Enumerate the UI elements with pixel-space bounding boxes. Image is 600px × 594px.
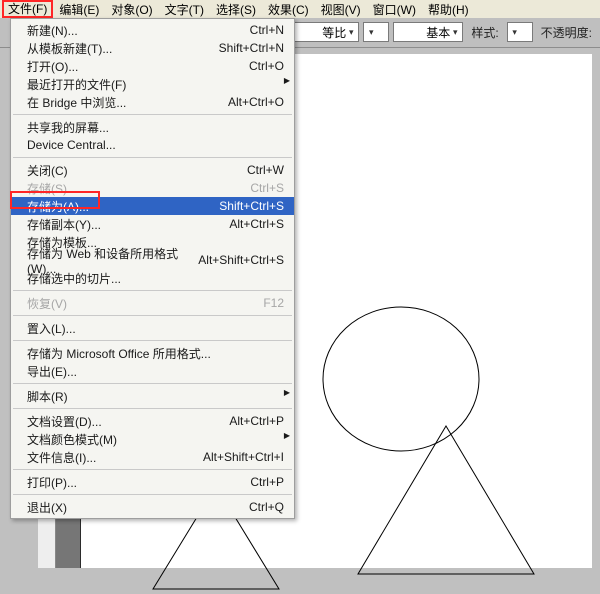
menu-item-shortcut: Alt+Ctrl+S bbox=[229, 217, 284, 231]
chevron-down-icon: ▾ bbox=[450, 23, 460, 41]
menu-separator bbox=[13, 114, 292, 115]
menu-item-label: 置入(L)... bbox=[27, 320, 284, 337]
menu-item[interactable]: 存储副本(Y)...Alt+Ctrl+S bbox=[11, 215, 294, 233]
menu-item-label: 存储副本(Y)... bbox=[27, 216, 229, 233]
menu-item-label: 文档设置(D)... bbox=[27, 413, 229, 430]
combo-basic-label: 基本 bbox=[426, 24, 450, 41]
menu-item-label: 最近打开的文件(F) bbox=[27, 76, 284, 93]
menu-item-label: 新建(N)... bbox=[27, 22, 250, 39]
menu-item[interactable]: 打开(O)...Ctrl+O bbox=[11, 57, 294, 75]
menu-item[interactable]: 从模板新建(T)...Shift+Ctrl+N bbox=[11, 39, 294, 57]
menu-item[interactable]: 导出(E)... bbox=[11, 362, 294, 380]
menu-item-shortcut: Ctrl+Q bbox=[249, 500, 284, 514]
combo-basic[interactable]: 基本▾ bbox=[393, 22, 463, 42]
menu-item[interactable]: 文档颜色模式(M) bbox=[11, 430, 294, 448]
menu-item-label: 存储为 Microsoft Office 所用格式... bbox=[27, 345, 284, 362]
style-label: 样式: bbox=[467, 24, 502, 41]
menu-item[interactable]: 新建(N)...Ctrl+N bbox=[11, 21, 294, 39]
menubar-item-file[interactable]: 文件(F) bbox=[2, 0, 53, 18]
menubar-item-edit[interactable]: 编辑(E) bbox=[53, 0, 105, 19]
menubar-item-view[interactable]: 视图(V) bbox=[315, 0, 367, 19]
menu-item-label: 关闭(C) bbox=[27, 162, 247, 179]
menubar-item-window[interactable]: 窗口(W) bbox=[367, 0, 422, 19]
menubar-item-object[interactable]: 对象(O) bbox=[105, 0, 158, 19]
menu-separator bbox=[13, 383, 292, 384]
menu-item-label: 在 Bridge 中浏览... bbox=[27, 94, 228, 111]
menu-item[interactable]: 文件信息(I)...Alt+Shift+Ctrl+I bbox=[11, 448, 294, 466]
menu-separator bbox=[13, 469, 292, 470]
combo-style[interactable]: ▾ bbox=[507, 22, 533, 42]
chevron-down-icon: ▾ bbox=[346, 23, 356, 41]
menu-item: 存储(S)Ctrl+S bbox=[11, 179, 294, 197]
menu-item-shortcut: Alt+Shift+Ctrl+I bbox=[203, 450, 284, 464]
menu-item-shortcut: Alt+Shift+Ctrl+S bbox=[198, 253, 284, 267]
menu-item-shortcut: Alt+Ctrl+O bbox=[228, 95, 284, 109]
menu-item-label: 脚本(R) bbox=[27, 388, 284, 405]
menu-item-label: 导出(E)... bbox=[27, 363, 284, 380]
menu-separator bbox=[13, 315, 292, 316]
menu-item: 恢复(V)F12 bbox=[11, 294, 294, 312]
menu-item-shortcut: Shift+Ctrl+N bbox=[219, 41, 284, 55]
menu-item-shortcut: Shift+Ctrl+S bbox=[219, 199, 284, 213]
menu-item[interactable]: 退出(X)Ctrl+Q bbox=[11, 498, 294, 516]
menu-item-label: 退出(X) bbox=[27, 499, 249, 516]
menu-item[interactable]: 存储选中的切片... bbox=[11, 269, 294, 287]
chevron-down-icon: ▾ bbox=[366, 23, 376, 41]
menu-item-shortcut: Alt+Ctrl+P bbox=[229, 414, 284, 428]
menu-item[interactable]: 存储为(A)...Shift+Ctrl+S bbox=[11, 197, 294, 215]
menubar-item-select[interactable]: 选择(S) bbox=[210, 0, 262, 19]
combo-small-2[interactable]: ▾ bbox=[363, 22, 389, 42]
menu-item-shortcut: F12 bbox=[263, 296, 284, 310]
menu-item-label: 打开(O)... bbox=[27, 58, 249, 75]
menu-item[interactable]: 存储为 Microsoft Office 所用格式... bbox=[11, 344, 294, 362]
chevron-down-icon: ▾ bbox=[510, 23, 520, 41]
menu-item[interactable]: 存储为 Web 和设备所用格式(W)...Alt+Shift+Ctrl+S bbox=[11, 251, 294, 269]
menu-item-label: 文件信息(I)... bbox=[27, 449, 203, 466]
menu-separator bbox=[13, 157, 292, 158]
menu-item-shortcut: Ctrl+S bbox=[250, 181, 284, 195]
triangle-shape-large[interactable] bbox=[356, 424, 536, 579]
combo-ratio[interactable]: 等比▾ bbox=[289, 22, 359, 42]
menu-separator bbox=[13, 408, 292, 409]
menu-item-shortcut: Ctrl+N bbox=[250, 23, 284, 37]
menu-item[interactable]: 打印(P)...Ctrl+P bbox=[11, 473, 294, 491]
menu-item-shortcut: Ctrl+O bbox=[249, 59, 284, 73]
menu-item-label: 存储为(A)... bbox=[27, 198, 219, 215]
menu-item[interactable]: 脚本(R) bbox=[11, 387, 294, 405]
menu-item-label: 共享我的屏幕... bbox=[27, 119, 284, 136]
menubar: 文件(F) 编辑(E) 对象(O) 文字(T) 选择(S) 效果(C) 视图(V… bbox=[0, 0, 600, 18]
menu-item-label: Device Central... bbox=[27, 138, 284, 152]
combo-ratio-label: 等比 bbox=[322, 24, 346, 41]
file-menu-dropdown: 新建(N)...Ctrl+N从模板新建(T)...Shift+Ctrl+N打开(… bbox=[10, 18, 295, 519]
menu-separator bbox=[13, 340, 292, 341]
menu-item-shortcut: Ctrl+W bbox=[247, 163, 284, 177]
menu-item[interactable]: Device Central... bbox=[11, 136, 294, 154]
menu-item[interactable]: 文档设置(D)...Alt+Ctrl+P bbox=[11, 412, 294, 430]
menu-separator bbox=[13, 290, 292, 291]
menu-item[interactable]: 最近打开的文件(F) bbox=[11, 75, 294, 93]
menu-separator bbox=[13, 494, 292, 495]
menu-item[interactable]: 置入(L)... bbox=[11, 319, 294, 337]
menubar-item-effect[interactable]: 效果(C) bbox=[262, 0, 315, 19]
menu-item-label: 打印(P)... bbox=[27, 474, 250, 491]
menu-item[interactable]: 关闭(C)Ctrl+W bbox=[11, 161, 294, 179]
menubar-item-text[interactable]: 文字(T) bbox=[159, 0, 210, 19]
opacity-label: 不透明度: bbox=[537, 24, 596, 41]
menu-item-label: 存储选中的切片... bbox=[27, 270, 284, 287]
menu-item-label: 文档颜色模式(M) bbox=[27, 431, 284, 448]
menubar-item-help[interactable]: 帮助(H) bbox=[422, 0, 475, 19]
menu-item-label: 恢复(V) bbox=[27, 295, 263, 312]
menu-item-label: 从模板新建(T)... bbox=[27, 40, 219, 57]
menu-item[interactable]: 共享我的屏幕... bbox=[11, 118, 294, 136]
menu-item-label: 存储(S) bbox=[27, 180, 250, 197]
menu-item-shortcut: Ctrl+P bbox=[250, 475, 284, 489]
menu-item[interactable]: 在 Bridge 中浏览...Alt+Ctrl+O bbox=[11, 93, 294, 111]
